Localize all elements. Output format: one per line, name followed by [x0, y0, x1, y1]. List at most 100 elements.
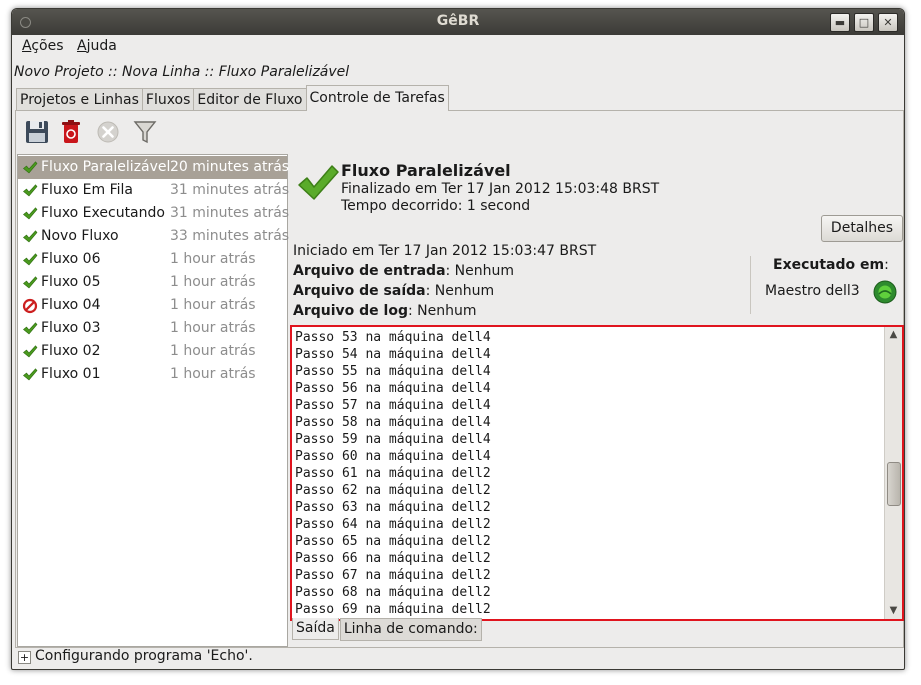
log-file-value: : Nenhum — [407, 303, 477, 319]
scroll-down-icon[interactable]: ▼ — [885, 603, 902, 619]
log-line: Passo 54 na máquina dell4 — [295, 347, 491, 362]
check-icon — [23, 276, 38, 289]
job-row[interactable]: Fluxo Executando 31 minutes atrás — [18, 202, 290, 225]
tab-saida[interactable]: Saída — [292, 618, 339, 640]
input-file-value: : Nenhum — [445, 263, 515, 279]
app-window: GêBR ▬ □ ✕ Ações Ajuda Novo Projeto :: N… — [11, 8, 905, 670]
log-line: Passo 56 na máquina dell4 — [295, 381, 491, 396]
log-line: Passo 60 na máquina dell4 — [295, 449, 491, 464]
output-tabs: Saída Linha de comando: — [292, 618, 483, 642]
job-time: 33 minutes atrás — [170, 228, 290, 244]
tab-controle-de-tarefas[interactable]: Controle de Tarefas — [305, 85, 449, 111]
job-row[interactable]: Novo Fluxo 33 minutes atrás — [18, 225, 290, 248]
log-line: Passo 64 na máquina dell2 — [295, 517, 491, 532]
job-control-panel: Fluxo Paralelizável 20 minutes atrás Fluxo… — [15, 110, 904, 648]
log-scrollbar[interactable]: ▲ ▼ — [884, 327, 902, 619]
canceled-icon — [22, 298, 38, 314]
job-name: Fluxo Paralelizável — [41, 159, 171, 175]
job-name: Fluxo 03 — [41, 320, 101, 336]
job-time: 1 hour atrás — [170, 297, 256, 313]
tab-linha-de-comando[interactable]: Linha de comando: — [339, 618, 482, 641]
toolbar — [16, 111, 903, 151]
job-row[interactable]: Fluxo 01 1 hour atrás — [18, 363, 287, 386]
executed-on-colon: : — [884, 257, 889, 273]
executed-on-heading: Executado em: — [773, 257, 889, 273]
window-title: GêBR — [436, 13, 480, 29]
status-bar: + Configurando programa 'Echo'. — [12, 647, 904, 669]
job-row[interactable]: Fluxo 03 1 hour atrás — [18, 317, 287, 340]
log-line: Passo 63 na máquina dell2 — [295, 500, 491, 515]
details-separator — [750, 256, 751, 314]
details-button[interactable]: Detalhes — [821, 215, 903, 242]
delete-icon[interactable] — [57, 118, 85, 146]
check-icon — [23, 253, 38, 266]
job-time: 1 hour atrás — [170, 320, 256, 336]
tab-fluxos[interactable]: Fluxos — [141, 88, 195, 111]
job-row[interactable]: Fluxo 02 1 hour atrás — [18, 340, 287, 363]
tab-editor-de-fluxo[interactable]: Editor de Fluxo — [193, 88, 307, 111]
executed-on-label: Executado em — [773, 257, 885, 273]
close-button[interactable]: ✕ — [878, 13, 898, 32]
check-icon — [23, 161, 38, 174]
job-name: Fluxo Executando — [41, 205, 165, 221]
log-line: Passo 67 na máquina dell2 — [295, 568, 491, 583]
menu-ajuda[interactable]: Ajuda — [77, 38, 117, 54]
job-row[interactable]: Fluxo Paralelizável 20 minutes atrás — [18, 156, 290, 179]
menu-acoes-accel: A — [22, 38, 32, 54]
job-time: 1 hour atrás — [170, 274, 256, 290]
job-row[interactable]: Fluxo 04 1 hour atrás — [18, 294, 287, 317]
log-line: Passo 62 na máquina dell2 — [295, 483, 491, 498]
job-title: Fluxo Paralelizável — [341, 161, 511, 180]
menu-ajuda-accel: A — [77, 38, 87, 54]
log-line: Passo 58 na máquina dell4 — [295, 415, 491, 430]
job-time: 31 minutes atrás — [170, 205, 290, 221]
log-line: Passo 55 na máquina dell4 — [295, 364, 491, 379]
executed-host: Maestro dell3 — [765, 283, 860, 299]
tab-projetos-e-linhas[interactable]: Projetos e Linhas — [16, 88, 143, 111]
job-row[interactable]: Fluxo 05 1 hour atrás — [18, 271, 287, 294]
menu-ajuda-label: juda — [86, 38, 117, 54]
job-time: 20 minutes atrás — [170, 159, 290, 175]
log-file-line: Arquivo de log: Nenhum — [293, 303, 477, 319]
minimize-button[interactable]: ▬ — [830, 13, 850, 32]
log-line: Passo 57 na máquina dell4 — [295, 398, 491, 413]
check-icon — [23, 322, 38, 335]
title-bar[interactable]: GêBR ▬ □ ✕ — [12, 9, 904, 35]
scroll-up-icon[interactable]: ▲ — [885, 327, 902, 343]
job-row[interactable]: Fluxo Em Fila 31 minutes atrás — [18, 179, 290, 202]
job-name: Fluxo 02 — [41, 343, 101, 359]
log-file-label: Arquivo de log — [293, 303, 408, 319]
job-finished-time: Finalizado em Ter 17 Jan 2012 15:03:48 B… — [341, 181, 660, 197]
job-output-log[interactable]: Passo 53 na máquina dell4 Passo 54 na máq… — [290, 325, 904, 621]
status-message: Configurando programa 'Echo'. — [35, 648, 253, 664]
job-list[interactable]: Fluxo Paralelizável 20 minutes atrás Fluxo… — [17, 154, 290, 647]
filter-icon[interactable] — [131, 118, 159, 146]
job-name: Fluxo 06 — [41, 251, 101, 267]
maximize-button[interactable]: □ — [854, 13, 874, 32]
check-icon — [23, 184, 38, 197]
log-line: Passo 69 na máquina dell2 — [295, 602, 491, 617]
job-time: 31 minutes atrás — [170, 182, 290, 198]
input-file-line: Arquivo de entrada: Nenhum — [293, 263, 514, 279]
job-name: Fluxo 04 — [41, 297, 101, 313]
log-line: Passo 68 na máquina dell2 — [295, 585, 491, 600]
expand-icon[interactable]: + — [18, 651, 31, 664]
input-file-label: Arquivo de entrada — [293, 263, 446, 279]
cancel-icon[interactable] — [94, 118, 122, 146]
server-connected-icon — [873, 280, 897, 304]
check-icon — [23, 368, 38, 381]
output-file-value: : Nenhum — [425, 283, 495, 299]
check-icon — [23, 230, 38, 243]
job-time: 1 hour atrás — [170, 366, 256, 382]
job-name: Fluxo 05 — [41, 274, 101, 290]
job-time: 1 hour atrás — [170, 251, 256, 267]
log-line: Passo 66 na máquina dell2 — [295, 551, 491, 566]
job-name: Novo Fluxo — [41, 228, 119, 244]
menu-acoes[interactable]: Ações — [22, 38, 64, 54]
check-icon — [23, 345, 38, 358]
main-tabs: Projetos e Linhas Fluxos Editor de Fluxo… — [16, 85, 449, 111]
job-row[interactable]: Fluxo 06 1 hour atrás — [18, 248, 287, 271]
scroll-thumb[interactable] — [887, 461, 901, 506]
log-line: Passo 61 na máquina dell2 — [295, 466, 491, 481]
save-icon[interactable] — [23, 118, 51, 146]
